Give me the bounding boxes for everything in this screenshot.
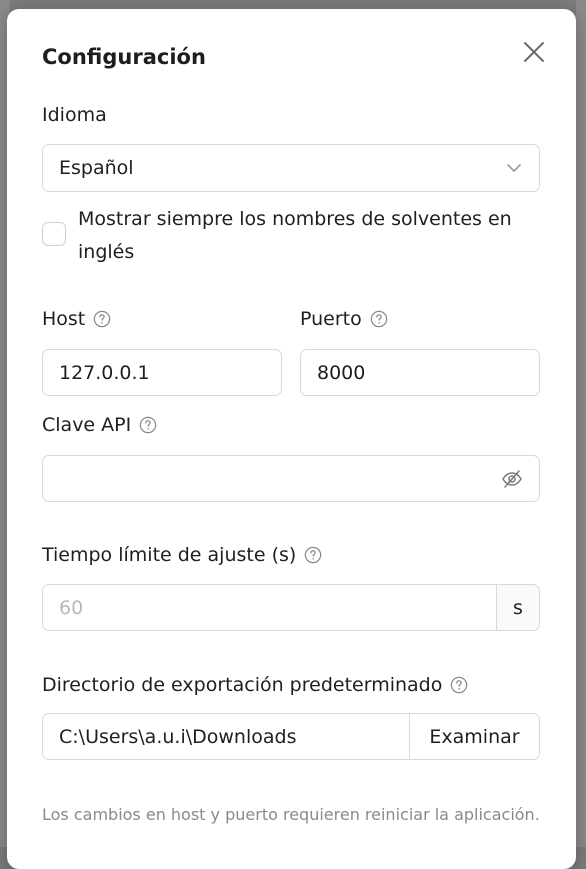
host-label: Host xyxy=(42,308,111,330)
api-key-input[interactable] xyxy=(42,455,540,502)
api-key-label: Clave API xyxy=(42,414,157,436)
close-icon[interactable] xyxy=(521,39,547,65)
timeout-unit-addon: s xyxy=(496,584,540,631)
dialog-title: Configuración xyxy=(42,45,206,69)
settings-dialog: Configuración Idioma Español Mostrar sie… xyxy=(7,9,576,869)
help-icon[interactable] xyxy=(139,416,157,434)
english-names-checkbox-label: Mostrar siempre los nombres de solventes… xyxy=(78,208,512,263)
timeout-label: Tiempo límite de ajuste (s) xyxy=(42,544,322,566)
timeout-input[interactable] xyxy=(42,584,498,631)
help-icon[interactable] xyxy=(93,310,111,328)
api-key-label-text: Clave API xyxy=(42,414,132,436)
export-dir-input-field[interactable] xyxy=(59,725,394,748)
port-label-text: Puerto xyxy=(300,308,362,330)
chevron-down-icon xyxy=(505,159,523,182)
port-input-field[interactable] xyxy=(317,361,523,384)
help-icon[interactable] xyxy=(304,546,322,564)
help-icon[interactable] xyxy=(450,676,468,694)
host-input-field[interactable] xyxy=(59,361,265,384)
language-select[interactable]: Español xyxy=(42,144,540,192)
timeout-unit: s xyxy=(513,596,523,619)
language-label-text: Idioma xyxy=(42,104,107,126)
export-dir-label-text: Directorio de exportación predeterminado xyxy=(42,674,443,696)
footer-note: Los cambios en host y puerto requieren r… xyxy=(42,805,540,824)
help-icon[interactable] xyxy=(370,310,388,328)
eye-off-icon[interactable] xyxy=(501,468,523,495)
language-label: Idioma xyxy=(42,104,107,126)
timeout-input-field[interactable] xyxy=(59,596,481,619)
host-label-text: Host xyxy=(42,308,86,330)
host-input[interactable] xyxy=(42,349,282,396)
english-names-checkbox[interactable] xyxy=(42,222,66,246)
api-key-input-field[interactable] xyxy=(59,467,523,490)
language-selected-value: Español xyxy=(59,157,134,179)
port-label: Puerto xyxy=(300,308,388,330)
export-dir-input[interactable] xyxy=(42,713,411,760)
background-right xyxy=(576,0,586,847)
port-input[interactable] xyxy=(300,349,540,396)
browse-button[interactable]: Examinar xyxy=(409,713,540,760)
export-dir-label: Directorio de exportación predeterminado xyxy=(42,674,468,696)
timeout-label-text: Tiempo límite de ajuste (s) xyxy=(42,544,297,566)
